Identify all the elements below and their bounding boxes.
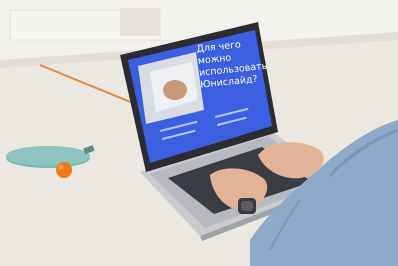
- ping-pong-ball: [56, 162, 72, 178]
- scene-illustration: [0, 0, 398, 266]
- photo: Для чего можно использовать Юнислайд?: [0, 0, 398, 266]
- slide-title: Для чего можно использовать Юнислайд?: [196, 39, 268, 91]
